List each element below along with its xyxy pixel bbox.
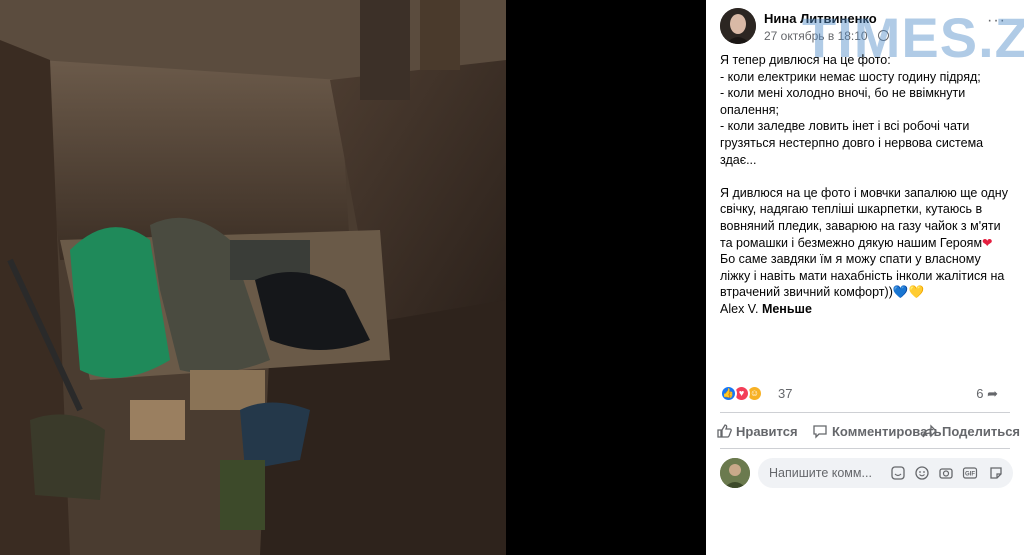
share-arrow-icon: ➦ xyxy=(987,386,998,401)
divider-top xyxy=(720,412,1010,413)
post-timestamp[interactable]: 27 октябрь в 18:10 xyxy=(764,29,868,43)
share-button[interactable]: Поделиться xyxy=(922,423,1020,439)
svg-text:GIF: GIF xyxy=(965,472,975,478)
commenter-avatar[interactable] xyxy=(720,458,750,488)
share-count[interactable]: 6 ➦ xyxy=(976,386,998,402)
share-count-value: 6 xyxy=(976,386,984,401)
red-heart-emoji: ❤ xyxy=(982,235,993,250)
comment-placeholder: Напишите комм... xyxy=(769,466,872,480)
globe-icon xyxy=(878,30,889,41)
share-icon xyxy=(922,424,937,438)
reaction-count[interactable]: 37 xyxy=(778,386,792,401)
thumbs-up-icon xyxy=(717,424,732,438)
trench-photo[interactable] xyxy=(0,0,506,555)
post-text: Я тепер дивлюся на це фото: - коли елект… xyxy=(720,52,1010,318)
camera-icon[interactable] xyxy=(938,465,954,481)
post-header: Нина Литвиненко 27 октябрь в 18:10 ··· xyxy=(720,8,1024,48)
paragraph-2-rest: Бо саме завдяки їм я можу спати у власно… xyxy=(720,252,1005,300)
post-signature-line: Alex V. Меньше xyxy=(720,301,1010,318)
blue-heart-emoji: 💙 xyxy=(892,285,909,300)
comment-input[interactable]: Напишите комм... GIF xyxy=(758,458,1013,488)
more-options-icon[interactable]: ··· xyxy=(987,13,1006,29)
photo-viewer xyxy=(0,0,706,555)
post-panel: Нина Литвиненко 27 октябрь в 18:10 ··· T… xyxy=(706,0,1024,555)
reactions-bar[interactable]: 👍 ♥ ☺ 37 6 ➦ xyxy=(720,384,1016,404)
post-line-2: - коли електрики немає шосту годину підр… xyxy=(720,69,981,84)
author-name[interactable]: Нина Литвиненко xyxy=(764,11,877,26)
paragraph-2-text: Я дивлюся на це фото і мовчки запалюю ще… xyxy=(720,185,1008,250)
post-line-1: Я тепер дивлюся на це фото: xyxy=(720,53,891,67)
show-less-link[interactable]: Меньше xyxy=(762,302,812,316)
like-reaction-icon: 👍 xyxy=(720,385,737,402)
comment-composer: Напишите комм... GIF xyxy=(720,456,1024,490)
post-paragraph-2: Я дивлюся на це фото і мовчки запалюю ще… xyxy=(720,185,1010,301)
gif-icon[interactable]: GIF xyxy=(962,465,978,481)
signature: Alex V. xyxy=(720,301,759,316)
like-label: Нравится xyxy=(736,424,798,439)
post-line-4: - коли заледве ловить інет і всі робочі … xyxy=(720,119,984,167)
yellow-heart-emoji: 💛 xyxy=(908,285,925,300)
post-actions: Нравится Комментировать Поделиться xyxy=(706,418,1024,444)
divider-bottom xyxy=(720,448,1010,449)
sticker2-icon[interactable] xyxy=(988,465,1004,481)
like-button[interactable]: Нравится xyxy=(716,423,798,439)
trench-photo-image xyxy=(0,0,506,555)
sticker-icon[interactable] xyxy=(890,465,906,481)
post-line-3: - коли мені холодно вночі, бо не ввімкну… xyxy=(720,86,966,117)
share-label: Поделиться xyxy=(942,424,1021,439)
comment-icon xyxy=(813,425,827,439)
emoji-icon[interactable] xyxy=(914,465,930,481)
author-avatar[interactable] xyxy=(720,8,756,44)
